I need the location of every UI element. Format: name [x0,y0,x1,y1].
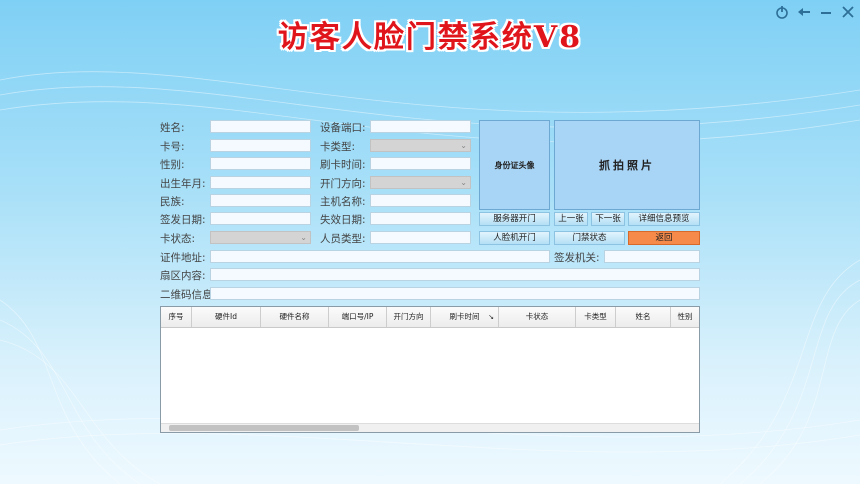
back-button[interactable]: 返回 [628,231,700,245]
records-table[interactable]: 序号 硬件Id 硬件名称 端口号/IP 开门方向 刷卡时间 ↘ 卡状态 卡类型 姓… [160,306,700,433]
server-open-button[interactable]: 服务器开门 [479,212,550,226]
column-header-swipe-time[interactable]: 刷卡时间 ↘ [431,307,499,327]
issue-date-label: 签发日期: [160,214,206,226]
column-header-index[interactable]: 序号 [161,307,192,327]
back-icon[interactable] [796,4,812,20]
card-no-field[interactable] [210,139,311,152]
door-direction-label: 开门方向: [320,178,366,190]
name-field[interactable] [210,120,311,133]
swipe-time-header-label: 刷卡时间 [449,312,480,321]
column-header-door-direction[interactable]: 开门方向 [387,307,431,327]
card-no-label: 卡号: [160,141,185,153]
qrcode-label: 二维码信息 [160,289,213,301]
issue-date-field[interactable] [210,212,311,225]
name-label: 姓名: [160,122,185,134]
host-name-field[interactable] [370,194,471,207]
qrcode-field[interactable] [210,287,700,300]
horizontal-scrollbar[interactable] [161,423,699,432]
card-type-label: 卡类型: [320,141,356,153]
device-port-field[interactable] [370,120,471,133]
id-photo-label: 身份证头像 [494,160,535,170]
id-photo-box: 身份证头像 [479,120,550,210]
door-status-button[interactable]: 门禁状态 [554,231,625,245]
birth-field[interactable] [210,176,311,189]
table-header: 序号 硬件Id 硬件名称 端口号/IP 开门方向 刷卡时间 ↘ 卡状态 卡类型 姓… [161,307,699,328]
issuer-field[interactable] [604,250,700,263]
ethnicity-label: 民族: [160,196,185,208]
expire-date-label: 失效日期: [320,214,366,226]
sector-field[interactable] [210,268,700,281]
power-icon[interactable] [774,4,790,20]
card-status-label: 卡状态: [160,233,196,245]
next-button[interactable]: 下一张 [591,212,625,226]
column-header-hardware-id[interactable]: 硬件Id [192,307,261,327]
swipe-time-field[interactable] [370,157,471,170]
column-header-gender[interactable]: 性别 [671,307,699,327]
column-header-card-type[interactable]: 卡类型 [576,307,616,327]
address-label: 证件地址: [160,252,206,264]
chevron-down-icon: ⌄ [300,233,307,242]
birth-label: 出生年月: [160,178,206,190]
column-header-card-status[interactable]: 卡状态 [499,307,576,327]
person-type-label: 人员类型: [320,233,366,245]
capture-photo-box: 抓拍照片 [554,120,700,210]
sector-label: 扇区内容: [160,270,206,282]
expire-date-field[interactable] [370,212,471,225]
host-name-label: 主机名称: [320,196,366,208]
gender-field[interactable] [210,157,311,170]
minimize-icon[interactable] [818,4,834,20]
scrollbar-thumb[interactable] [169,425,359,431]
door-direction-select[interactable]: ⌄ [370,176,471,189]
card-status-select[interactable]: ⌄ [210,231,311,244]
chevron-down-icon: ⌄ [460,141,467,150]
swipe-time-label: 刷卡时间: [320,159,366,171]
sort-icon: ↘ [488,313,494,321]
app-title: 访客人脸门禁系统V8 [277,20,583,55]
close-icon[interactable] [840,4,856,20]
prev-button[interactable]: 上一张 [554,212,588,226]
person-type-field[interactable] [370,231,471,244]
ethnicity-field[interactable] [210,194,311,207]
column-header-hardware-name[interactable]: 硬件名称 [261,307,329,327]
chevron-down-icon: ⌄ [460,178,467,187]
detail-preview-button[interactable]: 详细信息预览 [628,212,700,226]
gender-label: 性别: [160,159,185,171]
capture-photo-label: 抓拍照片 [599,159,655,172]
device-port-label: 设备端口: [320,122,366,134]
address-field[interactable] [210,250,550,263]
issuer-label: 签发机关: [554,252,600,264]
card-type-select[interactable]: ⌄ [370,139,471,152]
column-header-port-ip[interactable]: 端口号/IP [329,307,387,327]
face-open-button[interactable]: 人脸机开门 [479,231,550,245]
column-header-name[interactable]: 姓名 [616,307,671,327]
